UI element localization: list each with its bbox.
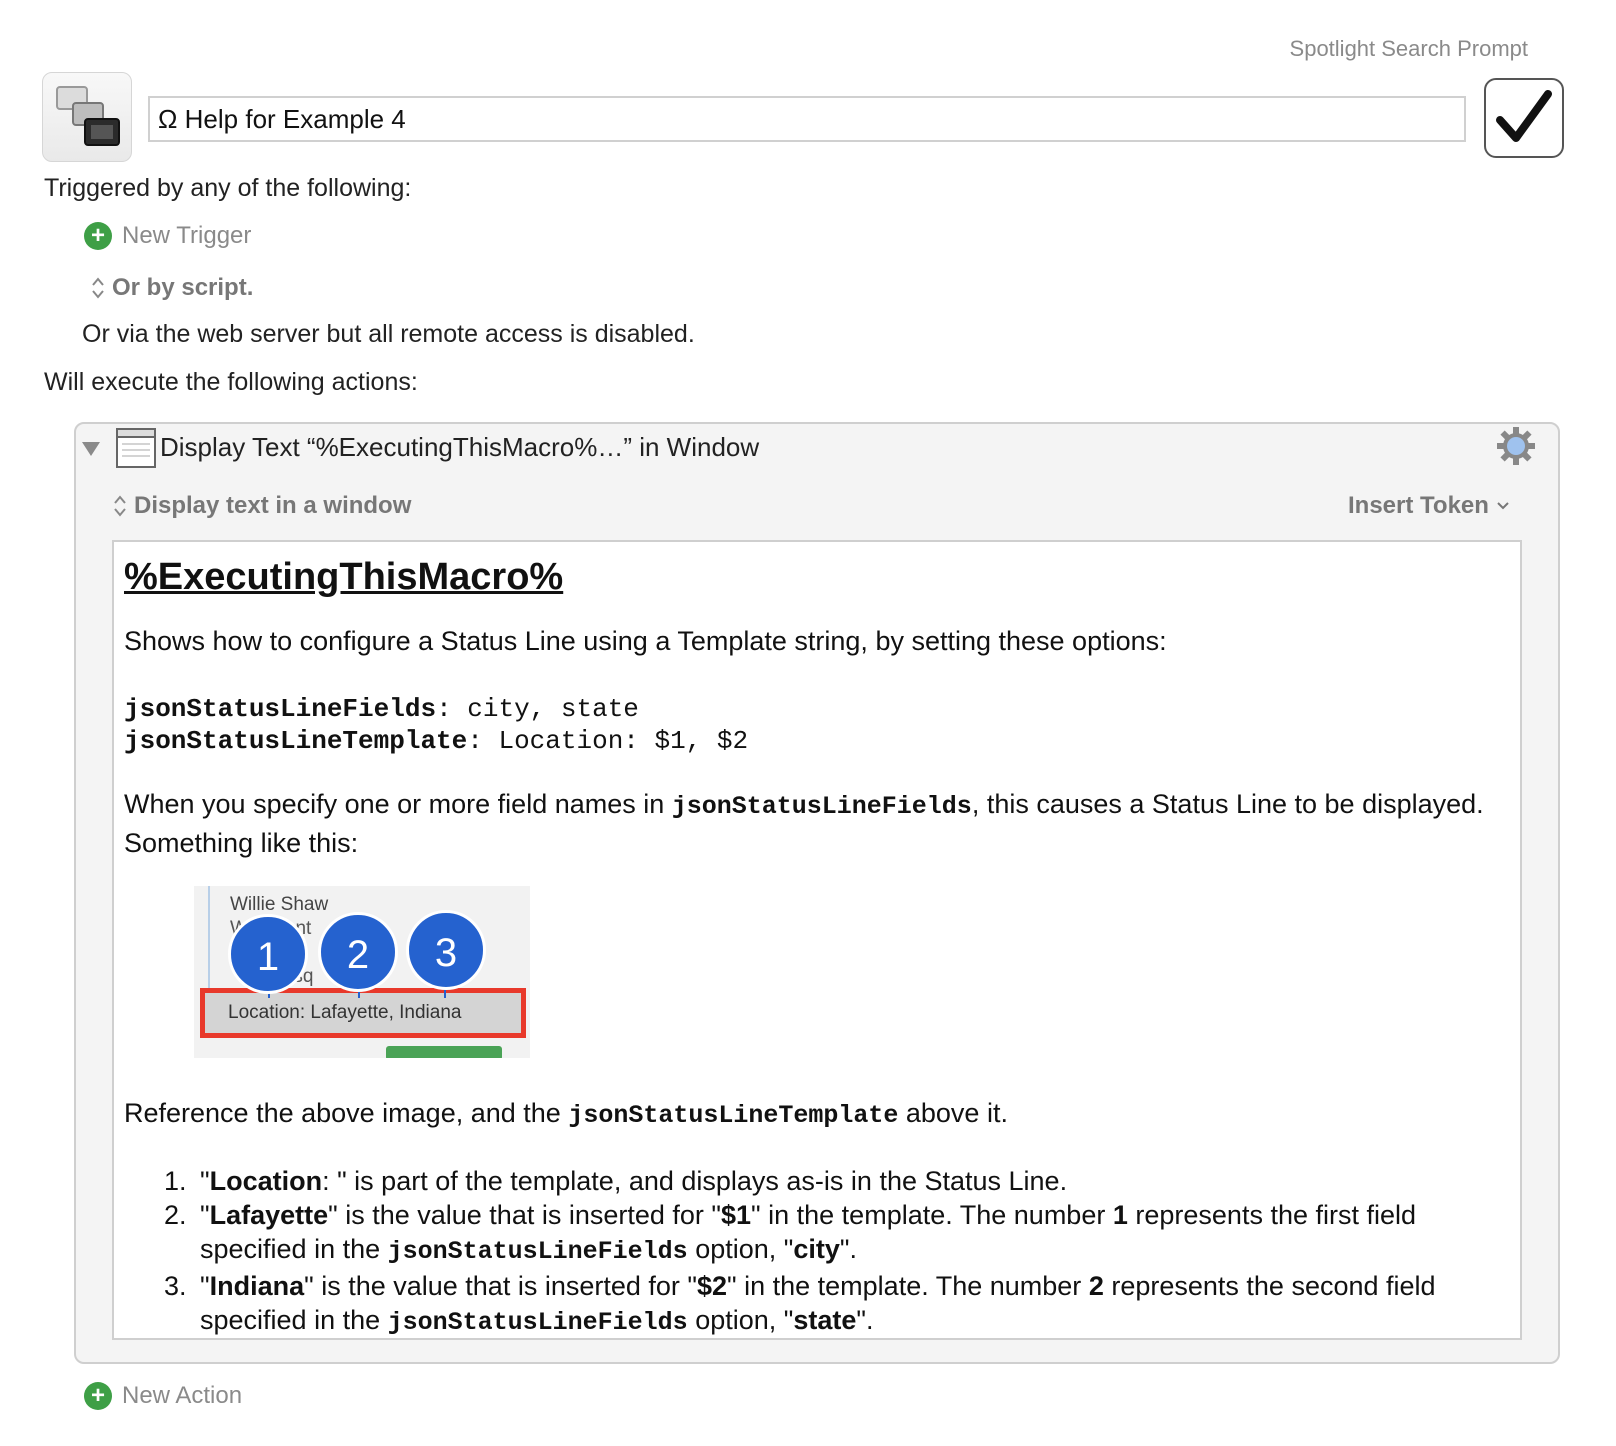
or-by-script-label: Or by script. — [112, 274, 254, 301]
callout-pin-1: 1 — [228, 914, 308, 994]
spotlight-search-prompt-label: Spotlight Search Prompt — [1289, 36, 1528, 61]
action-title[interactable]: Display Text “%ExecutingThisMacro%…” in … — [160, 432, 759, 463]
figure-status-line: Location: Lafayette, Indiana — [228, 1002, 462, 1023]
new-trigger-label: New Trigger — [122, 222, 252, 249]
macro-enabled-checkbox[interactable] — [1484, 78, 1564, 158]
option-key: jsonStatusLineTemplate — [124, 726, 468, 756]
option-value: : city, state — [436, 694, 639, 724]
text-run: above it. — [898, 1098, 1008, 1128]
display-mode-label: Display text in a window — [134, 492, 412, 519]
add-icon: + — [84, 222, 112, 250]
stacked-windows-icon — [56, 86, 120, 146]
doc-option-1: jsonStatusLineFields: city, state — [124, 692, 1510, 724]
updown-chevron-icon — [92, 277, 104, 299]
code-run: jsonStatusLineTemplate — [568, 1101, 899, 1130]
doc-paragraph-3: Reference the above image, and the jsonS… — [124, 1098, 1510, 1130]
window-icon — [116, 428, 156, 473]
doc-paragraph-2: When you specify one or more field names… — [124, 786, 1510, 861]
callout-pin-3: 3 — [406, 910, 486, 990]
list-item: "Location: " is part of the template, an… — [194, 1164, 1510, 1198]
green-button-fragment — [386, 1046, 502, 1058]
web-server-note: Or via the web server but all remote acc… — [82, 320, 695, 348]
display-text-editor[interactable]: %ExecutingThisMacro% Shows how to config… — [112, 540, 1522, 1340]
list-item: "Lafayette" is the value that is inserte… — [194, 1198, 1510, 1269]
gear-icon[interactable] — [1496, 426, 1536, 471]
macro-icon[interactable] — [42, 72, 132, 162]
add-icon: + — [84, 1382, 112, 1410]
text-run: Reference the above image, and the — [124, 1098, 569, 1128]
new-action-button[interactable]: + New Action — [84, 1382, 242, 1410]
doc-title: %ExecutingThisMacro% — [124, 556, 564, 598]
option-key: jsonStatusLineFields — [124, 694, 437, 724]
updown-chevron-icon — [114, 495, 126, 517]
callout-pin-2: 2 — [318, 912, 398, 992]
insert-token-menu[interactable]: Insert Token — [1348, 492, 1511, 520]
insert-token-label: Insert Token — [1348, 492, 1489, 519]
checkmark-icon — [1496, 90, 1552, 142]
new-trigger-button[interactable]: + New Trigger — [84, 222, 251, 250]
figure-name-line: Willie Shaw — [230, 894, 329, 915]
doc-option-2: jsonStatusLineTemplate: Location: $1, $2 — [124, 724, 1510, 756]
doc-numbered-list: "Location: " is part of the template, an… — [124, 1164, 1510, 1338]
option-value: : Location: $1, $2 — [467, 726, 749, 756]
collapse-triangle-icon[interactable] — [80, 438, 102, 463]
status-line-figure: Willie Shaw W Mont y we asq Location: La… — [194, 886, 530, 1058]
actions-heading: Will execute the following actions: — [44, 368, 418, 396]
list-item: "Indiana" is the value that is inserted … — [194, 1269, 1510, 1338]
new-action-label: New Action — [122, 1382, 243, 1409]
doc-intro: Shows how to configure a Status Line usi… — [124, 626, 1167, 656]
code-run: jsonStatusLineFields — [671, 792, 972, 821]
chevron-down-icon — [1497, 502, 1509, 510]
triggers-heading: Triggered by any of the following: — [44, 174, 412, 202]
macro-name-field[interactable]: Ω Help for Example 4 — [148, 96, 1466, 142]
or-by-script-disclosure[interactable]: Or by script. — [90, 274, 253, 302]
display-mode-popup[interactable]: Display text in a window — [112, 492, 411, 520]
text-run: When you specify one or more field names… — [124, 789, 672, 819]
